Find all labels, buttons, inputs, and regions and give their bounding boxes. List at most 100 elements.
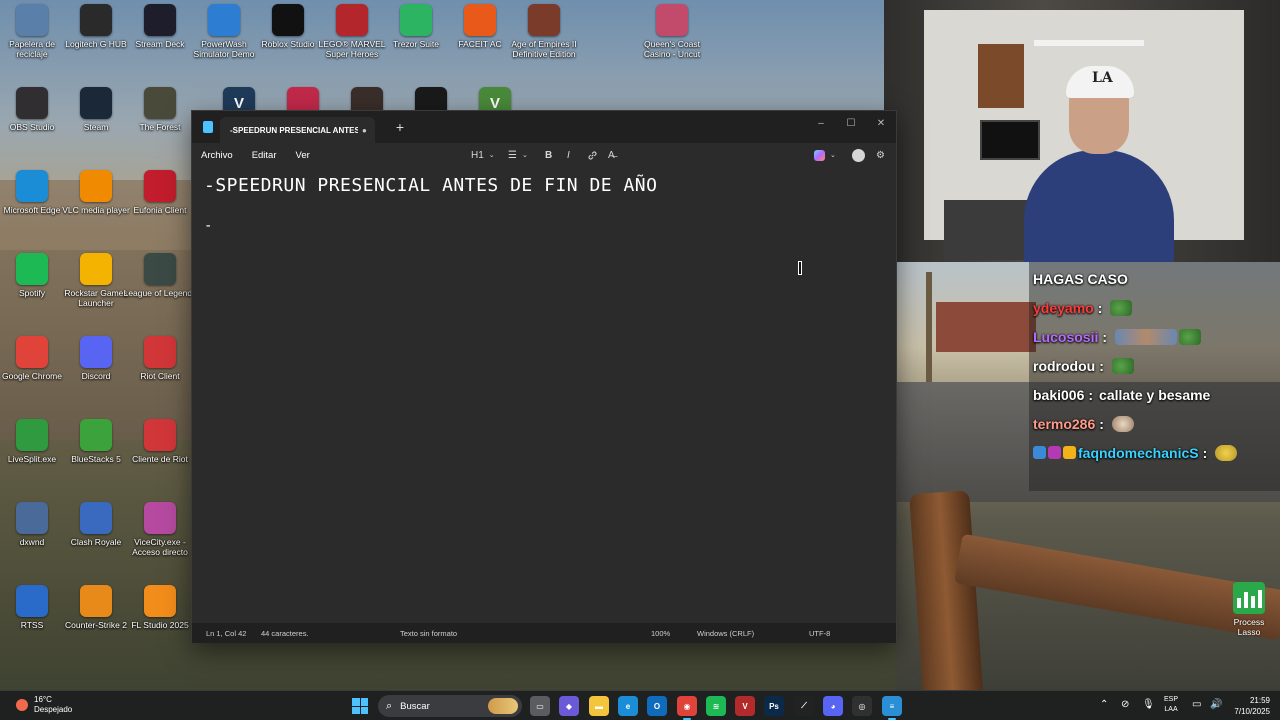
desktop-shortcut[interactable]: Riot Client: [123, 336, 197, 381]
edge-icon[interactable]: e: [618, 696, 638, 716]
status-line-ending[interactable]: Windows (CRLF): [697, 629, 754, 638]
discord-icon[interactable]: ◕: [823, 696, 843, 716]
notepad-icon[interactable]: ≡: [882, 696, 902, 720]
outlook-icon[interactable]: O: [647, 696, 667, 716]
desktop-shortcut[interactable]: FL Studio 2025: [123, 585, 197, 630]
status-encoding[interactable]: UTF-8: [809, 629, 830, 638]
desktop-shortcut[interactable]: Roblox Studio: [251, 4, 325, 49]
desktop-shortcut-label: Steam: [83, 122, 109, 132]
link-button[interactable]: [587, 147, 598, 163]
desktop-shortcut[interactable]: Counter-Strike 2: [59, 585, 133, 630]
chat-separator: :: [1202, 444, 1208, 461]
taskbar-search[interactable]: ⌕ Buscar: [378, 695, 522, 717]
display-icon[interactable]: ▭: [1192, 699, 1201, 710]
desktop-shortcut[interactable]: Steam: [59, 87, 133, 132]
desktop-shortcut[interactable]: FACEIT AC: [443, 4, 517, 49]
desktop-shortcut[interactable]: LEGO® MARVEL Super Heroes: [315, 4, 389, 59]
livesplit-icon: [16, 419, 48, 451]
chrome-icon[interactable]: ◉: [677, 696, 697, 720]
desktop-shortcut[interactable]: Rockstar Games Launcher: [59, 253, 133, 308]
desktop-shortcut[interactable]: Cliente de Riot: [123, 419, 197, 464]
account-button[interactable]: [852, 147, 865, 163]
microphone-icon[interactable]: 🎙: [1142, 699, 1155, 710]
show-hidden-icons-button[interactable]: ⌃: [1100, 699, 1108, 710]
status-format[interactable]: Texto sin formato: [400, 629, 457, 638]
desktop-shortcut[interactable]: Eufonia Client: [123, 170, 197, 215]
status-zoom[interactable]: 100%: [651, 629, 670, 638]
list-dropdown[interactable]: ☰ ⌄: [508, 147, 528, 163]
chat-emote-icon: [1110, 299, 1133, 316]
clear-format-button[interactable]: A̶: [608, 147, 615, 163]
maximize-button[interactable]: ☐: [836, 113, 866, 133]
desktop-shortcut[interactable]: VLC media player: [59, 170, 133, 215]
text-line[interactable]: -: [204, 218, 884, 234]
process-lasso-shortcut[interactable]: Process Lasso: [1222, 582, 1276, 637]
desktop-shortcut[interactable]: PowerWash Simulator Demo: [187, 4, 261, 59]
network-icon[interactable]: ⊘: [1121, 699, 1129, 710]
chat-separator: :: [1097, 299, 1103, 316]
desktop-shortcut[interactable]: ViceCity.exe - Acceso directo: [123, 502, 197, 557]
desktop-shortcut[interactable]: Stream Deck: [123, 4, 197, 49]
desktop-shortcut[interactable]: The Forest: [123, 87, 197, 132]
copilot-button[interactable]: ⌄: [814, 147, 836, 163]
heading-line[interactable]: -SPEEDRUN PRESENCIAL ANTES DE FIN DE AÑO: [204, 175, 884, 196]
notepad-app-icon: [203, 121, 213, 133]
obs-taskbar-icon[interactable]: ◎: [852, 696, 872, 716]
fence-post: [909, 490, 983, 690]
heading-dropdown[interactable]: H1 ⌄: [471, 147, 495, 163]
desktop-shortcut[interactable]: League of Legends: [123, 253, 197, 298]
desktop-shortcut-label: League of Legends: [123, 288, 197, 298]
desktop-shortcut-label: Eufonia Client: [133, 205, 187, 215]
chat-badge-icon: [1063, 446, 1076, 459]
desktop-shortcut[interactable]: Discord: [59, 336, 133, 381]
desktop-shortcut[interactable]: Age of Empires II Definitive Edition: [507, 4, 581, 59]
notepad-titlebar[interactable]: -SPEEDRUN PRESENCIAL ANTES DI ● + – ☐ ✕: [192, 111, 896, 143]
file-explorer-icon[interactable]: ▬: [589, 696, 609, 716]
settings-button[interactable]: ⚙: [876, 147, 885, 163]
windows-logo-tile: [360, 706, 368, 714]
weather-widget[interactable]: 16°C Despejado: [16, 695, 72, 715]
desktop-shortcut-label: Age of Empires II Definitive Edition: [511, 39, 577, 59]
livesplit-taskbar-icon[interactable]: ⟋: [794, 696, 814, 716]
copilot-icon[interactable]: ◆: [559, 696, 579, 716]
spotify-icon[interactable]: ≋: [706, 696, 726, 716]
eufonia-icon: [144, 170, 176, 202]
start-button[interactable]: [352, 698, 368, 714]
desktop-shortcut-label: Riot Client: [140, 371, 180, 381]
desktop-shortcut[interactable]: Logitech G HUB: [59, 4, 133, 49]
chat-message: baki006: callate y besame: [1033, 380, 1276, 409]
notepad-tab[interactable]: -SPEEDRUN PRESENCIAL ANTES DI ●: [220, 117, 375, 143]
voicemeeter-icon[interactable]: V: [735, 696, 755, 716]
taskbar: 16°C Despejado ⌕ Buscar ▭ ◆ ▬ e O ◉ ≋ V Ps ⟋ ◕ ◎ ≡ ⌃…: [0, 690, 1280, 720]
new-tab-button[interactable]: +: [392, 119, 408, 135]
menu-editar[interactable]: Editar: [252, 150, 277, 161]
desktop-shortcut-label: Cliente de Riot: [132, 454, 188, 464]
heading-label: H1: [471, 149, 484, 161]
bold-button[interactable]: B: [545, 147, 552, 163]
desktop-shortcut[interactable]: Clash Royale: [59, 502, 133, 547]
desktop-shortcut[interactable]: BlueStacks 5: [59, 419, 133, 464]
palm-tree: [926, 272, 932, 382]
spotify-icon: [16, 253, 48, 285]
close-button[interactable]: ✕: [866, 113, 896, 133]
webcam-poster: [978, 44, 1024, 108]
process-lasso-label: Process Lasso: [1233, 617, 1265, 637]
notepad-editor[interactable]: -SPEEDRUN PRESENCIAL ANTES DE FIN DE AÑO…: [192, 167, 896, 623]
photoshop-icon[interactable]: Ps: [764, 696, 784, 716]
unsaved-dot-icon[interactable]: ●: [362, 126, 367, 135]
italic-button[interactable]: I: [567, 147, 570, 163]
desktop-shortcut[interactable]: Queen's Coast Casino - Uncut: [635, 4, 709, 59]
clock-time: 21:59: [1249, 696, 1270, 705]
clock[interactable]: 21:59 7/10/2025: [1228, 695, 1270, 717]
dxwnd-icon: [16, 502, 48, 534]
menu-ver[interactable]: Ver: [296, 150, 310, 161]
webcam-shelf: [1034, 40, 1144, 46]
desktop-shortcut[interactable]: Trezor Suite: [379, 4, 453, 49]
clock-date: 7/10/2025: [1234, 707, 1270, 716]
task-view-icon[interactable]: ▭: [530, 696, 550, 716]
minimize-button[interactable]: –: [806, 113, 836, 133]
chevron-down-icon: ⌄: [830, 152, 836, 159]
volume-icon[interactable]: 🔊: [1210, 699, 1222, 710]
menu-archivo[interactable]: Archivo: [201, 150, 233, 161]
language-indicator[interactable]: ESP LAA: [1164, 695, 1178, 715]
